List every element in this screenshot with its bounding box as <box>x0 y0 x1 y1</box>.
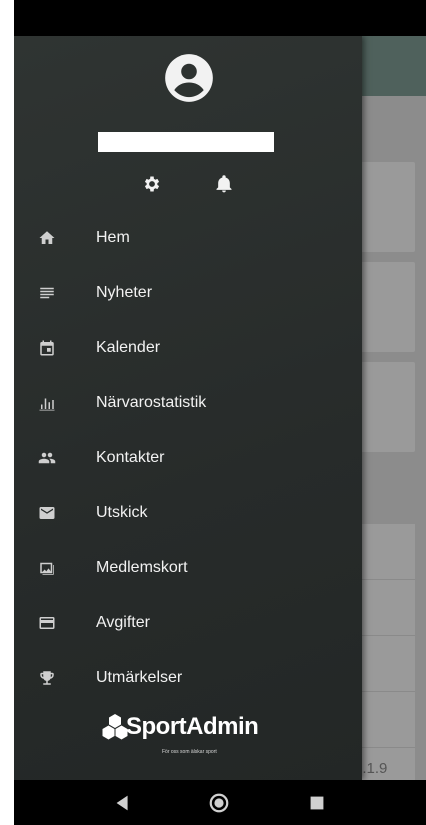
menu-item-label: Utskick <box>96 503 148 521</box>
menu-item-label: Kalender <box>96 338 161 356</box>
account-circle-icon[interactable] <box>163 52 215 104</box>
menu-item-kontakter[interactable]: Kontakter <box>14 430 362 485</box>
navigation-drawer: Hem Nyheter Kalender Närvarostatistik Ko… <box>14 36 362 780</box>
logo-text: SportAdmin <box>126 713 259 740</box>
menu-item-narvarostatistik[interactable]: Närvarostatistik <box>14 375 362 430</box>
logo-cubes-icon <box>102 714 128 740</box>
background-card <box>359 162 415 252</box>
menu-item-kalender[interactable]: Kalender <box>14 320 362 375</box>
people-icon <box>36 447 58 469</box>
back-triangle-icon[interactable] <box>112 792 134 814</box>
menu-item-label: Medlemskort <box>96 558 188 576</box>
phone-screen: 2.1.9 Hem Nyheter Kalender Närvarostatis… <box>14 0 426 825</box>
home-circle-icon[interactable] <box>208 792 230 814</box>
menu-item-utmarkelser[interactable]: Utmärkelser <box>14 650 362 705</box>
bell-icon[interactable] <box>214 174 234 194</box>
menu-item-label: Kontakter <box>96 448 165 466</box>
menu-item-hem[interactable]: Hem <box>14 210 362 265</box>
photo-card-icon <box>36 557 58 579</box>
sportadmin-logo: SportAdmin För oss som älskar sport <box>102 709 282 765</box>
background-list <box>359 524 415 780</box>
menu-item-label: Hem <box>96 228 130 246</box>
menu-item-nyheter[interactable]: Nyheter <box>14 265 362 320</box>
system-nav-bar <box>14 780 426 825</box>
bar-chart-icon <box>36 392 58 414</box>
news-icon <box>36 282 58 304</box>
menu-item-utskick[interactable]: Utskick <box>14 485 362 540</box>
menu-item-label: Nyheter <box>96 283 153 301</box>
background-card <box>359 262 415 352</box>
menu-item-label: Avgifter <box>96 613 150 631</box>
background-card <box>359 362 415 452</box>
logo-tagline: För oss som älskar sport <box>162 749 217 755</box>
recents-square-icon[interactable] <box>306 792 328 814</box>
menu-item-label: Utmärkelser <box>96 668 183 686</box>
menu-item-avgifter[interactable]: Avgifter <box>14 595 362 650</box>
drawer-menu: Hem Nyheter Kalender Närvarostatistik Ko… <box>14 210 362 705</box>
credit-card-icon <box>36 612 58 634</box>
menu-item-label: Närvarostatistik <box>96 393 207 411</box>
menu-item-medlemskort[interactable]: Medlemskort <box>14 540 362 595</box>
trophy-icon <box>36 667 58 689</box>
status-bar <box>14 0 426 36</box>
gear-icon[interactable] <box>142 174 162 194</box>
envelope-icon <box>36 502 58 524</box>
user-name-bar <box>98 132 274 152</box>
home-icon <box>36 227 58 249</box>
calendar-icon <box>36 337 58 359</box>
